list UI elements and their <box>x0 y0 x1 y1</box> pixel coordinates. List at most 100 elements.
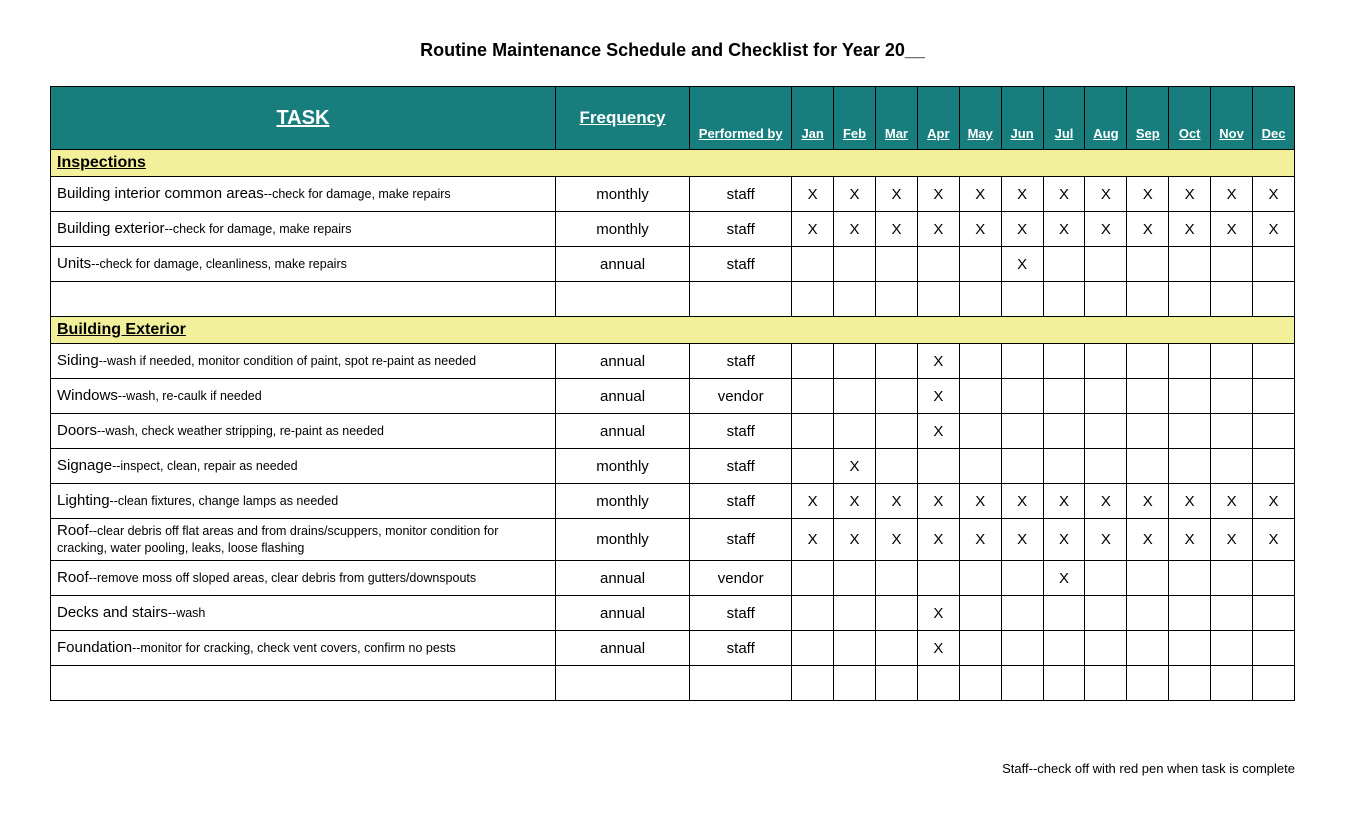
month-cell[interactable] <box>1253 631 1295 666</box>
month-cell[interactable] <box>959 379 1001 414</box>
month-cell[interactable] <box>1001 414 1043 449</box>
month-cell[interactable] <box>792 631 834 666</box>
month-cell[interactable] <box>1127 247 1169 282</box>
month-cell[interactable] <box>1085 414 1127 449</box>
month-cell[interactable] <box>834 561 876 596</box>
month-cell[interactable]: X <box>834 519 876 561</box>
month-cell[interactable]: X <box>1085 519 1127 561</box>
month-cell[interactable] <box>834 414 876 449</box>
month-cell[interactable]: X <box>959 212 1001 247</box>
month-cell[interactable]: X <box>834 212 876 247</box>
month-cell[interactable]: X <box>1001 519 1043 561</box>
month-cell[interactable] <box>876 379 918 414</box>
month-cell[interactable] <box>1169 379 1211 414</box>
month-cell[interactable]: X <box>1253 519 1295 561</box>
month-cell[interactable] <box>1043 631 1085 666</box>
month-cell[interactable] <box>1253 561 1295 596</box>
month-cell[interactable] <box>876 414 918 449</box>
month-cell[interactable] <box>1085 247 1127 282</box>
month-cell[interactable]: X <box>917 177 959 212</box>
month-cell[interactable]: X <box>1085 484 1127 519</box>
month-cell[interactable] <box>1253 596 1295 631</box>
month-cell[interactable]: X <box>1043 212 1085 247</box>
month-cell[interactable]: X <box>917 519 959 561</box>
month-cell[interactable] <box>1043 344 1085 379</box>
month-cell[interactable]: X <box>876 177 918 212</box>
month-cell[interactable]: X <box>1001 212 1043 247</box>
month-cell[interactable] <box>1085 379 1127 414</box>
month-cell[interactable]: X <box>1001 247 1043 282</box>
month-cell[interactable]: X <box>1169 177 1211 212</box>
month-cell[interactable] <box>1253 344 1295 379</box>
month-cell[interactable] <box>1001 631 1043 666</box>
month-cell[interactable] <box>834 247 876 282</box>
month-cell[interactable]: X <box>834 177 876 212</box>
month-cell[interactable]: X <box>792 212 834 247</box>
month-cell[interactable] <box>1001 344 1043 379</box>
month-cell[interactable] <box>1211 379 1253 414</box>
month-cell[interactable] <box>876 247 918 282</box>
month-cell[interactable] <box>792 344 834 379</box>
month-cell[interactable]: X <box>1211 177 1253 212</box>
month-cell[interactable] <box>1127 414 1169 449</box>
month-cell[interactable]: X <box>959 177 1001 212</box>
month-cell[interactable] <box>876 344 918 379</box>
month-cell[interactable] <box>1001 596 1043 631</box>
month-cell[interactable] <box>1253 414 1295 449</box>
month-cell[interactable] <box>1001 449 1043 484</box>
month-cell[interactable]: X <box>917 596 959 631</box>
month-cell[interactable] <box>1169 631 1211 666</box>
month-cell[interactable] <box>1169 247 1211 282</box>
month-cell[interactable]: X <box>1085 177 1127 212</box>
month-cell[interactable] <box>834 631 876 666</box>
month-cell[interactable] <box>917 561 959 596</box>
month-cell[interactable]: X <box>1253 212 1295 247</box>
month-cell[interactable] <box>1169 344 1211 379</box>
month-cell[interactable] <box>1127 344 1169 379</box>
month-cell[interactable] <box>1253 379 1295 414</box>
month-cell[interactable] <box>1169 561 1211 596</box>
month-cell[interactable]: X <box>1085 212 1127 247</box>
month-cell[interactable] <box>1085 631 1127 666</box>
month-cell[interactable] <box>1169 596 1211 631</box>
month-cell[interactable] <box>1085 561 1127 596</box>
month-cell[interactable] <box>834 596 876 631</box>
month-cell[interactable] <box>959 414 1001 449</box>
month-cell[interactable] <box>1169 414 1211 449</box>
month-cell[interactable] <box>1211 344 1253 379</box>
month-cell[interactable] <box>876 596 918 631</box>
month-cell[interactable] <box>959 596 1001 631</box>
month-cell[interactable]: X <box>959 484 1001 519</box>
month-cell[interactable] <box>792 247 834 282</box>
month-cell[interactable]: X <box>1127 519 1169 561</box>
month-cell[interactable]: X <box>917 414 959 449</box>
month-cell[interactable]: X <box>834 449 876 484</box>
month-cell[interactable]: X <box>917 631 959 666</box>
month-cell[interactable]: X <box>917 379 959 414</box>
month-cell[interactable]: X <box>1127 177 1169 212</box>
month-cell[interactable]: X <box>1253 177 1295 212</box>
month-cell[interactable]: X <box>1043 519 1085 561</box>
month-cell[interactable] <box>1043 596 1085 631</box>
month-cell[interactable]: X <box>792 519 834 561</box>
month-cell[interactable] <box>1211 414 1253 449</box>
month-cell[interactable]: X <box>1001 484 1043 519</box>
month-cell[interactable] <box>959 344 1001 379</box>
month-cell[interactable]: X <box>876 212 918 247</box>
month-cell[interactable] <box>1043 414 1085 449</box>
month-cell[interactable] <box>1085 596 1127 631</box>
month-cell[interactable]: X <box>917 484 959 519</box>
month-cell[interactable] <box>792 596 834 631</box>
month-cell[interactable] <box>1085 449 1127 484</box>
month-cell[interactable] <box>1085 344 1127 379</box>
month-cell[interactable] <box>1253 247 1295 282</box>
month-cell[interactable]: X <box>959 519 1001 561</box>
month-cell[interactable] <box>1211 449 1253 484</box>
month-cell[interactable] <box>959 449 1001 484</box>
month-cell[interactable]: X <box>834 484 876 519</box>
month-cell[interactable]: X <box>1043 484 1085 519</box>
month-cell[interactable] <box>1211 631 1253 666</box>
month-cell[interactable] <box>1001 561 1043 596</box>
month-cell[interactable] <box>876 631 918 666</box>
month-cell[interactable]: X <box>876 484 918 519</box>
